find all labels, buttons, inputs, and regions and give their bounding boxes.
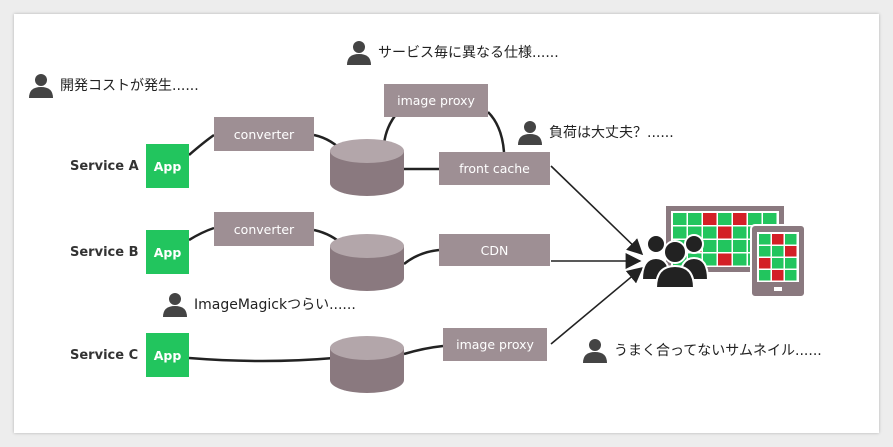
thumbnail-cell — [772, 270, 784, 281]
comment-imagemagick-text: ImageMagickつらい...... — [194, 297, 356, 313]
thumbnail-cell — [673, 213, 687, 225]
app-box-c: App — [146, 333, 189, 377]
thumbnail-cell — [785, 246, 797, 257]
service-c-label: Service C — [70, 348, 139, 363]
database-cylinder-c — [330, 336, 404, 393]
thumbnail-cell — [772, 246, 784, 257]
image-proxy-box-c: image proxy — [443, 328, 547, 361]
comment-load: 負荷は大丈夫？...... — [517, 119, 674, 145]
person-icon — [583, 339, 607, 363]
thumbnail-cell — [785, 258, 797, 269]
thumbnail-cell — [785, 270, 797, 281]
line-b-app-converter — [188, 226, 215, 242]
arrow-frontcache-users — [550, 165, 644, 256]
comment-cost: 開発コストが発生...... — [28, 72, 199, 98]
arrow-imageproxy-users — [550, 266, 644, 345]
thumbnail-cell — [703, 213, 717, 225]
thumbnail-cell — [772, 234, 784, 245]
comment-thumbnail-text: うまく合ってないサムネイル...... — [614, 343, 822, 359]
thumbnail-cell — [733, 226, 747, 239]
comment-thumbnail: うまく合ってないサムネイル...... — [582, 337, 822, 363]
thumbnail-cell — [759, 234, 771, 245]
service-a-label: Service A — [70, 159, 139, 174]
thumbnail-cell — [759, 258, 771, 269]
thumbnail-cell — [785, 234, 797, 245]
database-cylinder-a — [330, 139, 404, 196]
person-icon — [163, 293, 187, 317]
thumbnail-cell — [733, 253, 747, 266]
thumbnail-cell — [759, 270, 771, 281]
thumbnail-cell — [718, 253, 732, 266]
thumbnail-cell — [688, 213, 702, 225]
comment-spec: サービス毎に異なる仕様...... — [346, 39, 559, 65]
thumbnail-cell — [733, 213, 747, 225]
comment-spec-text: サービス毎に異なる仕様...... — [378, 45, 559, 61]
thumbnail-cell — [718, 226, 732, 239]
line-c-app-db — [188, 356, 335, 363]
thumbnail-cell — [718, 240, 732, 252]
cdn-box: CDN — [439, 234, 550, 266]
line-a-imageproxy-frontcache — [487, 111, 506, 153]
thumbnail-cell — [759, 246, 771, 257]
comment-cost-text: 開発コストが発生...... — [60, 78, 199, 94]
converter-box-b: converter — [214, 212, 314, 246]
line-b-db-cdn — [403, 248, 440, 265]
thumbnail-cell — [718, 213, 732, 225]
person-icon — [518, 121, 542, 145]
database-cylinder-b — [330, 234, 404, 291]
image-proxy-box-top: image proxy — [384, 84, 488, 117]
app-box-b: App — [146, 230, 189, 274]
thumbnail-cell — [733, 240, 747, 252]
app-box-a: App — [146, 144, 189, 188]
line-c-db-imageproxy — [403, 344, 444, 356]
person-icon — [347, 41, 371, 65]
service-b-label: Service B — [70, 245, 139, 260]
diagram-slide: Service A App Service B App Service C Ap… — [14, 14, 879, 433]
users-group-icon — [642, 234, 710, 288]
tablet-icon — [750, 224, 806, 298]
comment-imagemagick: ImageMagickつらい...... — [162, 291, 356, 317]
line-a-app-converter — [188, 133, 215, 156]
thumbnail-cell — [772, 258, 784, 269]
front-cache-box: front cache — [439, 152, 550, 185]
comment-load-text: 負荷は大丈夫？...... — [549, 125, 674, 141]
converter-box-a: converter — [214, 117, 314, 151]
person-icon — [29, 74, 53, 98]
